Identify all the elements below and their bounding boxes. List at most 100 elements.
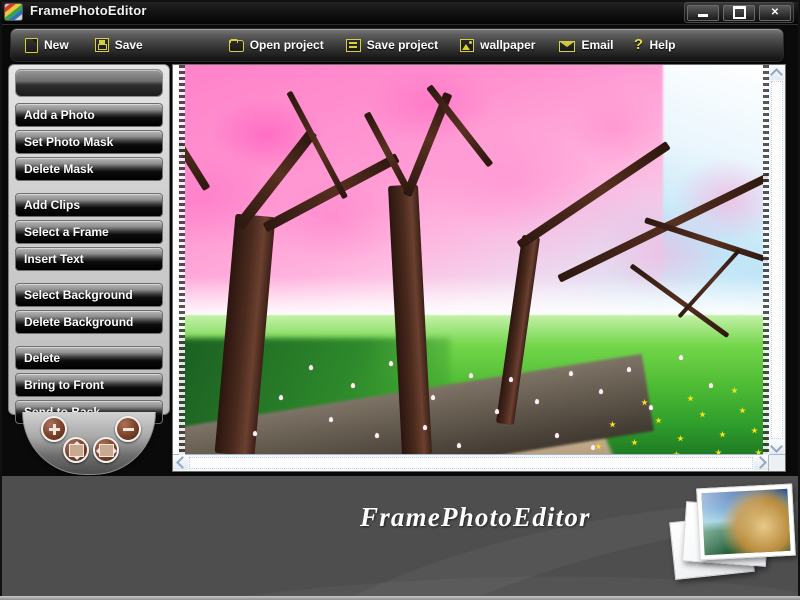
toolbar-label-wallpaper: wallpaper	[480, 38, 536, 52]
chevron-right-icon	[753, 456, 767, 469]
toolbar-item-help[interactable]: ? Help	[627, 29, 681, 61]
fit-width-button[interactable]	[93, 437, 119, 463]
toolbar-item-wallpaper[interactable]: wallpaper	[454, 29, 541, 61]
application-window: FramePhotoEditor ✕ New Save Open project…	[0, 0, 800, 600]
sidebar-item-set-photo-mask[interactable]: Set Photo Mask	[15, 130, 163, 154]
toolbar-label-open-project: Open project	[249, 38, 324, 52]
artwork-petal	[649, 405, 653, 410]
zoom-control-dock	[22, 412, 156, 475]
artwork-petal	[569, 371, 573, 376]
scrollbar-corner	[768, 454, 785, 471]
sidebar-label-add-clips: Add Clips	[24, 198, 80, 212]
artwork-petal	[627, 367, 631, 372]
toolbar-label-save: Save	[114, 38, 143, 52]
window-controls: ✕	[684, 2, 794, 23]
selection-edge-left	[179, 65, 185, 455]
sidebar-label-delete-background: Delete Background	[24, 315, 134, 329]
tools-sidebar: Add a Photo Set Photo Mask Delete Mask A…	[8, 64, 170, 424]
app-logo-icon	[5, 4, 22, 20]
sidebar-divider-1	[9, 184, 169, 193]
canvas-viewport[interactable]	[173, 65, 769, 471]
artwork-petal	[709, 383, 713, 388]
artwork-petal	[599, 389, 603, 394]
zoom-in-button[interactable]	[41, 416, 67, 442]
open-folder-icon	[228, 39, 244, 52]
window-title: FramePhotoEditor	[30, 3, 147, 18]
sidebar-label-select-a-frame: Select a Frame	[24, 225, 109, 239]
minus-icon	[122, 424, 134, 435]
scroll-down-arrow[interactable]	[769, 439, 784, 455]
zoom-out-button[interactable]	[115, 416, 141, 442]
sidebar-divider-2	[9, 274, 169, 283]
sidebar-item-add-clips[interactable]: Add Clips	[15, 193, 163, 217]
toolbar-item-save-project[interactable]: Save project	[340, 29, 444, 61]
brand-wordmark: FramePhotoEditor	[360, 502, 591, 532]
fit-width-icon	[95, 443, 117, 457]
sidebar-item-select-background[interactable]: Select Background	[15, 283, 163, 307]
sidebar-label-insert-text: Insert Text	[24, 252, 84, 266]
plus-icon	[48, 423, 60, 435]
sidebar-divider-3	[9, 337, 169, 346]
main-toolbar: New Save Open project Save project wallp…	[10, 28, 784, 62]
artwork-petal	[423, 425, 427, 430]
branding-panel: FramePhotoEditor	[0, 476, 800, 600]
wallpaper-icon	[460, 39, 475, 52]
toolbar-item-new[interactable]: New	[19, 29, 75, 61]
toolbar-item-open-project[interactable]: Open project	[223, 29, 330, 61]
artwork-petal	[591, 445, 595, 450]
sidebar-group-decorations: Add Clips Select a Frame Insert Text	[15, 193, 163, 271]
selection-edge-right	[763, 65, 769, 455]
artwork-petal	[389, 361, 393, 366]
artwork-petal	[309, 365, 313, 370]
scroll-left-arrow[interactable]	[173, 455, 189, 470]
artwork-petal	[495, 409, 499, 414]
floppy-disk-icon	[94, 38, 109, 52]
sidebar-label-add-a-photo: Add a Photo	[24, 108, 95, 122]
sidebar-item-delete-mask[interactable]: Delete Mask	[15, 157, 163, 181]
fit-height-icon	[68, 440, 84, 460]
artwork-image[interactable]	[179, 65, 769, 455]
save-folder-icon	[345, 39, 361, 52]
envelope-icon	[559, 40, 576, 52]
chevron-down-icon	[770, 439, 783, 453]
chevron-up-icon	[770, 67, 783, 81]
sidebar-item-delete[interactable]: Delete	[15, 346, 163, 370]
artwork-petal	[469, 373, 473, 378]
sidebar-item-add-a-photo[interactable]: Add a Photo	[15, 103, 163, 127]
photo-print-front	[696, 483, 796, 561]
vertical-scroll-track[interactable]	[771, 81, 783, 439]
artwork-petal	[279, 395, 283, 400]
artwork-petal	[509, 377, 513, 382]
minimize-button[interactable]	[687, 4, 719, 21]
sidebar-label-delete-mask: Delete Mask	[24, 162, 94, 176]
toolbar-label-email: Email	[581, 38, 614, 52]
fit-height-button[interactable]	[63, 437, 89, 463]
toolbar-label-help: Help	[649, 38, 676, 52]
scroll-right-arrow[interactable]	[753, 455, 769, 470]
toolbar-label-save-project: Save project	[366, 38, 439, 52]
artwork-petal	[329, 417, 333, 422]
scroll-up-arrow[interactable]	[769, 65, 784, 81]
horizontal-scroll-track[interactable]	[189, 457, 753, 469]
sidebar-group-background: Select Background Delete Background	[15, 283, 163, 334]
artwork-petal	[253, 431, 257, 436]
new-page-icon	[25, 37, 38, 53]
sidebar-item-bring-to-front[interactable]: Bring to Front	[15, 373, 163, 397]
artwork-petal	[351, 383, 355, 388]
sidebar-item-insert-text[interactable]: Insert Text	[15, 247, 163, 271]
sidebar-label-delete: Delete	[24, 351, 61, 365]
toolbar-item-email[interactable]: Email	[553, 29, 619, 61]
sidebar-item-delete-background[interactable]: Delete Background	[15, 310, 163, 334]
photo-stack-logo	[669, 483, 796, 584]
vertical-scrollbar[interactable]	[768, 65, 785, 455]
close-button[interactable]: ✕	[759, 4, 791, 21]
toolbar-item-save[interactable]: Save	[89, 29, 149, 61]
sidebar-item-select-a-frame[interactable]: Select a Frame	[15, 220, 163, 244]
maximize-button[interactable]	[723, 4, 755, 21]
horizontal-scrollbar[interactable]	[173, 454, 769, 471]
canvas-area[interactable]	[172, 64, 786, 472]
sidebar-group-photo: Add a Photo Set Photo Mask Delete Mask	[15, 103, 163, 181]
sidebar-label-bring-to-front: Bring to Front	[24, 378, 104, 392]
artwork-blossom-right	[533, 72, 769, 299]
title-bar: FramePhotoEditor ✕	[0, 0, 800, 25]
